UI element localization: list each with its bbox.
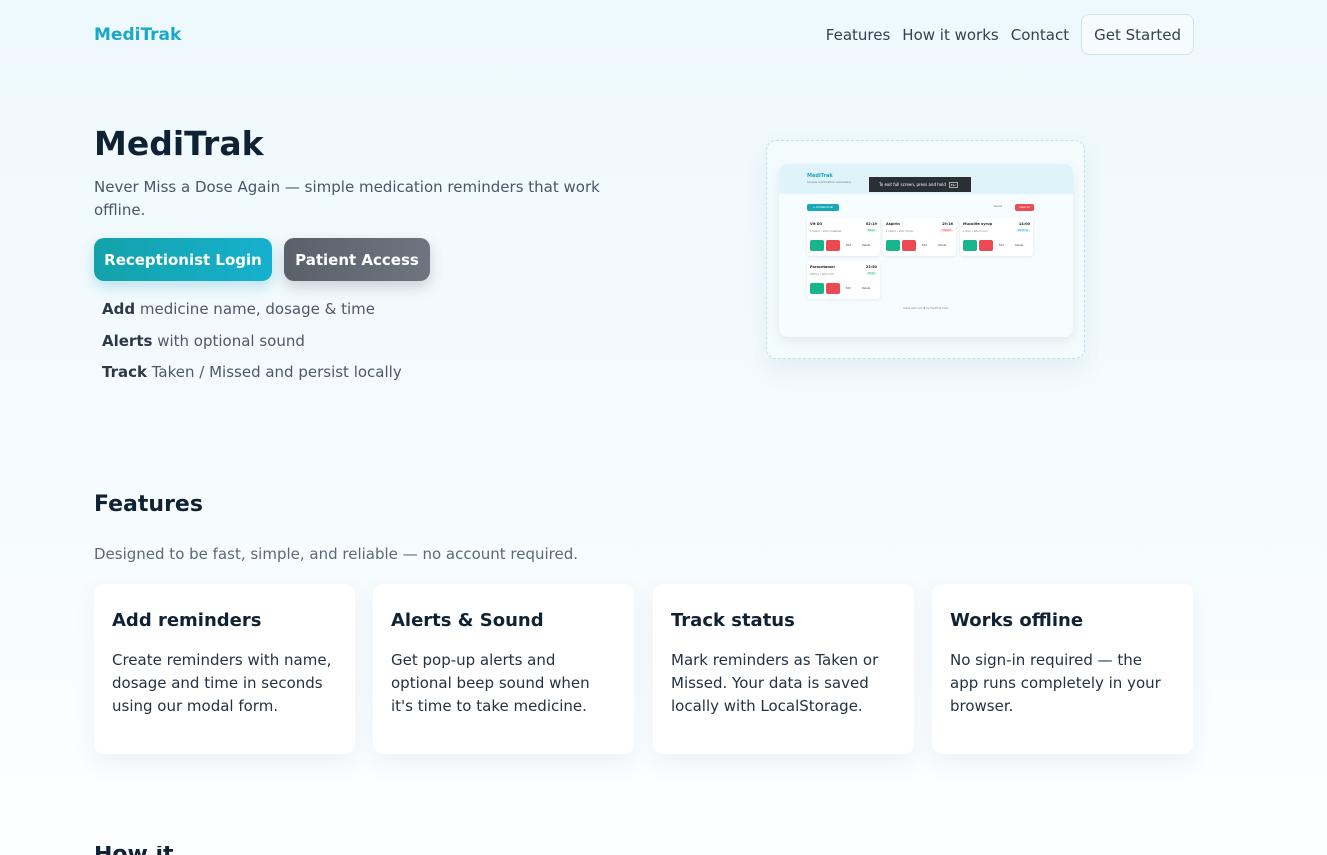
- get-started-button[interactable]: Get Started: [1081, 14, 1194, 55]
- mark-taken-button: [810, 240, 824, 251]
- mark-taken-button: [810, 283, 824, 294]
- preview-brand: MediTrak: [807, 173, 833, 179]
- hero-subtitle: Never Miss a Dose Again — simple medicat…: [94, 178, 600, 219]
- app-preview-screenshot: MediTrak Simple medication reminders To …: [766, 140, 1085, 359]
- list-item: Track Taken / Missed and persist locally: [102, 361, 402, 393]
- reminder-time: 22:50: [865, 265, 877, 269]
- reminder-dose: 1 tablet • after breakfast: [810, 230, 842, 233]
- feature-card-add-reminders: Add reminders Create reminders with name…: [94, 584, 355, 754]
- bullet-text: medicine name, dosage & time: [135, 300, 375, 318]
- feature-card-text: Mark reminders as Taken or Missed. Your …: [671, 651, 879, 715]
- preview-tagline: Simple medication reminders: [807, 180, 852, 184]
- reminder-dose: 1 tablet • after dinner: [886, 230, 914, 233]
- reminder-name: Mucolite syrup: [963, 222, 993, 226]
- feature-card-works-offline: Works offline No sign-in required — the …: [932, 584, 1193, 754]
- feature-card-text: Create reminders with name, dosage and t…: [112, 651, 332, 715]
- mark-missed-button: [979, 240, 993, 251]
- preview-sound-toggle: Sound: [994, 205, 1002, 208]
- feature-card-title: Alerts & Sound: [391, 610, 544, 631]
- reminder-name: Aspirin: [886, 222, 900, 226]
- landing-page: MediTrak Features How it works Contact G…: [0, 0, 1327, 855]
- bullet-text: with optional sound: [152, 331, 305, 350]
- bullet-keyword: Add: [102, 300, 136, 318]
- feature-card-title: Works offline: [950, 610, 1084, 631]
- mark-missed-button: [826, 283, 840, 294]
- bullet-keyword: Alerts: [102, 331, 153, 350]
- reminder-name: Paracetamol: [810, 265, 835, 269]
- preview-clear-button: Clear All: [1015, 204, 1034, 211]
- main-nav: Features How it works Contact Get Starte…: [814, 14, 1194, 55]
- preview-app-window: MediTrak Simple medication reminders To …: [779, 164, 1073, 337]
- status-badge: Missed: [940, 229, 953, 232]
- brand-logo[interactable]: MediTrak: [94, 25, 181, 45]
- delete-link: Delete: [938, 244, 947, 247]
- reminder-name: Vit D3: [810, 222, 823, 226]
- hero-title: MediTrak: [94, 124, 264, 163]
- nav-link-how-it-works[interactable]: How it works: [902, 26, 998, 44]
- feature-card-text: Get pop-up alerts and optional beep soun…: [391, 651, 590, 715]
- reminder-time: 19:16: [941, 222, 953, 226]
- feature-card-track-status: Track status Mark reminders as Taken or …: [653, 584, 914, 754]
- nav-link-features[interactable]: Features: [826, 26, 891, 44]
- mark-missed-button: [902, 240, 916, 251]
- delete-link: Delete: [862, 244, 871, 247]
- toast-text: To exit full screen, press and hold: [879, 182, 946, 187]
- edit-link: Edit: [846, 244, 851, 247]
- site-header: MediTrak Features How it works Contact G…: [94, 14, 1194, 55]
- status-badge: Taken: [865, 272, 877, 275]
- toast-key: Esc: [948, 181, 959, 188]
- bullet-text: Taken / Missed and persist locally: [146, 363, 402, 381]
- fullscreen-toast: To exit full screen, press and hold Esc: [869, 177, 971, 192]
- patient-access-button[interactable]: Patient Access: [284, 238, 430, 281]
- mark-missed-button: [826, 240, 840, 251]
- list-item: Alerts with optional sound: [102, 330, 402, 362]
- hero-feature-list: Add medicine name, dosage & time Alerts …: [102, 298, 402, 393]
- next-section-title: How it works: [94, 846, 244, 855]
- edit-link: Edit: [846, 287, 851, 290]
- reminder-time: 02:19: [865, 222, 877, 226]
- status-badge: Pending: [1016, 229, 1030, 232]
- feature-card-text: No sign-in required — the app runs compl…: [950, 651, 1161, 715]
- preview-reminder-card: Aspirin 19:16 1 tablet • after dinner Mi…: [883, 218, 956, 256]
- next-section-heading: How it works: [94, 846, 244, 855]
- preview-reminder-card: Vit D3 02:19 1 tablet • after breakfast …: [807, 218, 880, 256]
- reminder-dose: 500mg • after food: [810, 273, 835, 276]
- receptionist-login-button[interactable]: Receptionist Login: [94, 238, 272, 281]
- delete-link: Delete: [862, 287, 871, 290]
- reminder-time: 14:00: [1018, 222, 1030, 226]
- feature-card-title: Track status: [671, 610, 795, 631]
- list-item: Add medicine name, dosage & time: [102, 298, 402, 330]
- mark-taken-button: [963, 240, 977, 251]
- features-subtitle: Designed to be fast, simple, and reliabl…: [94, 545, 579, 563]
- edit-link: Edit: [922, 244, 927, 247]
- edit-link: Edit: [999, 244, 1004, 247]
- status-badge: Taken: [865, 229, 877, 232]
- features-heading: Features: [94, 492, 203, 517]
- reminder-dose: 1 tbsp • after lunch: [963, 230, 988, 233]
- bullet-keyword: Track: [102, 363, 147, 381]
- delete-link: Delete: [1015, 244, 1024, 247]
- preview-reminder-card: Mucolite syrup 14:00 1 tbsp • after lunc…: [960, 218, 1033, 256]
- preview-reminder-card: Paracetamol 22:50 500mg • after food Tak…: [807, 261, 880, 299]
- preview-footer: Made with care ♥ by MediTrak team: [903, 307, 949, 310]
- preview-header: MediTrak Simple medication reminders To …: [779, 164, 1073, 194]
- preview-add-button: + Add Reminder: [807, 204, 839, 211]
- mark-taken-button: [886, 240, 900, 251]
- feature-card-alerts-sound: Alerts & Sound Get pop-up alerts and opt…: [373, 584, 634, 754]
- nav-link-contact[interactable]: Contact: [1011, 26, 1069, 44]
- feature-card-title: Add reminders: [112, 610, 262, 631]
